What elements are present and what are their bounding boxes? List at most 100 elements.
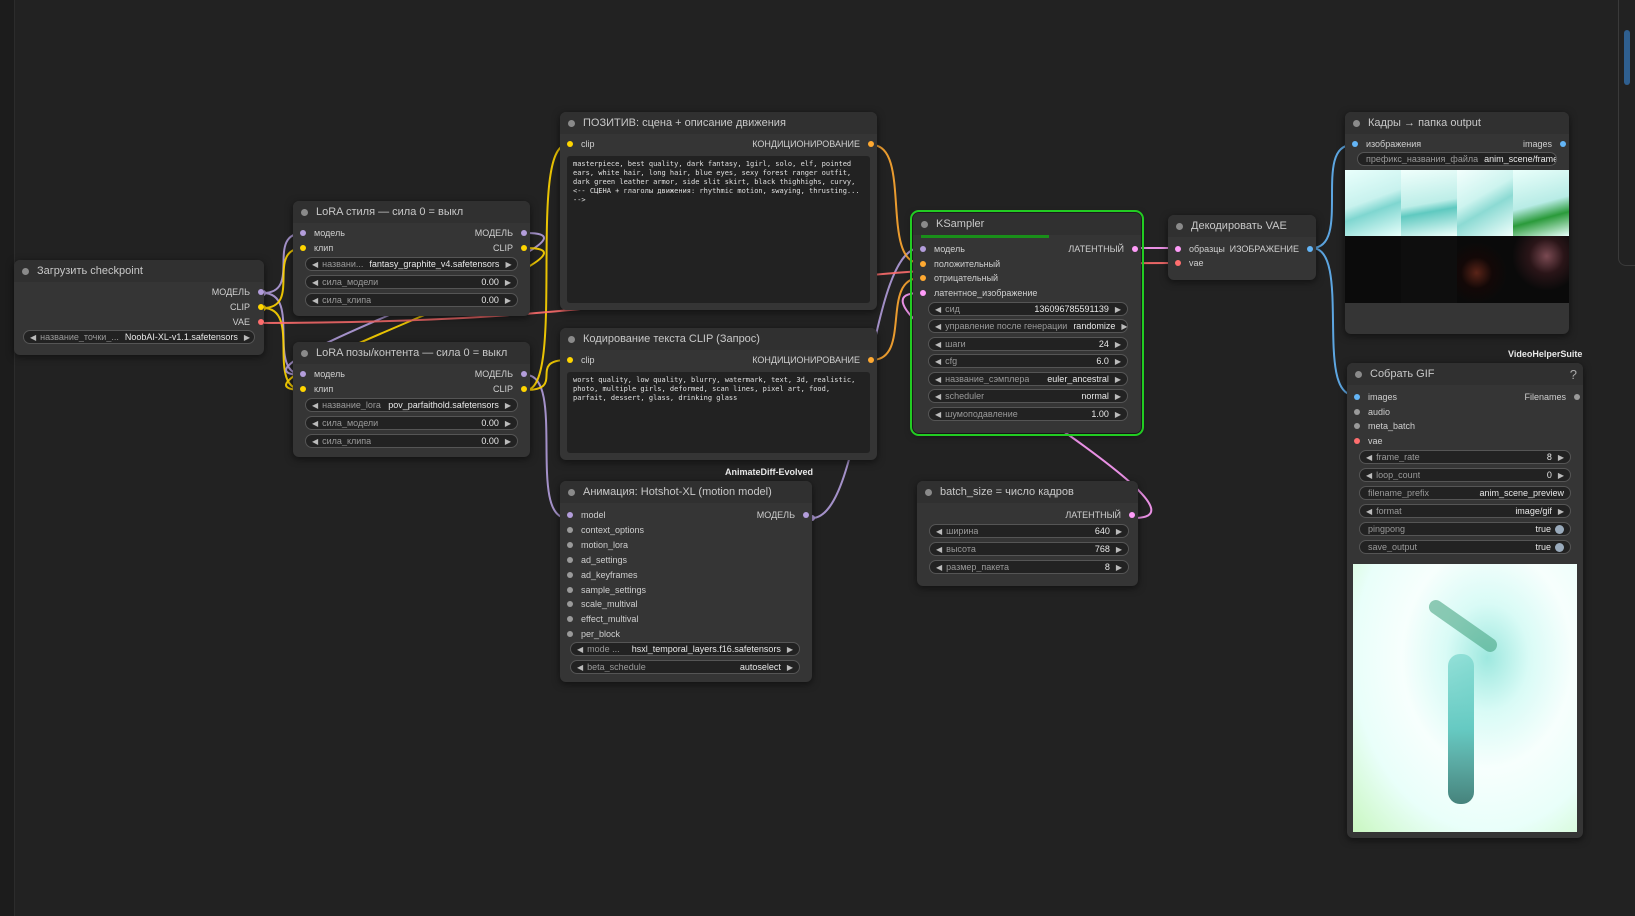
input-slot-ad-settings[interactable]: ad_settings bbox=[567, 554, 627, 566]
decrement-arrow-icon[interactable]: ◀ bbox=[577, 645, 583, 654]
increment-arrow-icon[interactable]: ▶ bbox=[1116, 527, 1122, 536]
widget-steps[interactable]: ◀ шаги 24 ▶ bbox=[928, 337, 1128, 351]
collapse-dot-icon[interactable] bbox=[1176, 222, 1183, 230]
slot-dot-icon[interactable] bbox=[258, 289, 264, 295]
widget-beta-schedule[interactable]: ◀ beta_schedule autoselect ▶ bbox=[570, 660, 800, 674]
node-title-bar[interactable]: Кадры → папка output bbox=[1345, 112, 1569, 134]
node-title-bar[interactable]: Кодирование текста CLIP (Запрос) bbox=[560, 328, 877, 350]
input-slot-images[interactable]: изображения bbox=[1352, 138, 1421, 150]
input-slot-sample-settings[interactable]: sample_settings bbox=[567, 584, 646, 596]
slot-dot-icon[interactable] bbox=[567, 587, 573, 593]
slot-dot-icon[interactable] bbox=[920, 261, 926, 267]
widget-filename-prefix[interactable]: префикс_названия_файла anim_scene/frame bbox=[1357, 152, 1557, 166]
collapse-dot-icon[interactable] bbox=[568, 335, 575, 343]
collapse-dot-icon[interactable] bbox=[568, 488, 575, 496]
input-slot-scale-multival[interactable]: scale_multival bbox=[567, 598, 638, 610]
widget-save-output-toggle[interactable]: save_output true bbox=[1359, 540, 1571, 554]
widget-width[interactable]: ◀ ширина 640 ▶ bbox=[929, 524, 1129, 538]
slot-dot-icon[interactable] bbox=[1175, 260, 1181, 266]
decrement-arrow-icon[interactable]: ◀ bbox=[1366, 471, 1372, 480]
widget-denoise[interactable]: ◀ шумоподавление 1.00 ▶ bbox=[928, 407, 1128, 421]
slot-dot-icon[interactable] bbox=[521, 386, 527, 392]
output-slot-clip[interactable]: CLIP bbox=[493, 383, 527, 395]
collapse-dot-icon[interactable] bbox=[22, 267, 29, 275]
slot-dot-icon[interactable] bbox=[1352, 141, 1358, 147]
input-slot-vae[interactable]: vae bbox=[1354, 435, 1383, 447]
input-slot-negative[interactable]: отрицательный bbox=[920, 272, 998, 284]
slot-dot-icon[interactable] bbox=[1354, 394, 1360, 400]
output-slot-conditioning[interactable]: КОНДИЦИОНИРОВАНИЕ bbox=[752, 354, 874, 366]
decrement-arrow-icon[interactable]: ◀ bbox=[935, 375, 941, 384]
input-slot-model[interactable]: model bbox=[567, 509, 606, 521]
increment-arrow-icon[interactable]: ▶ bbox=[505, 296, 511, 305]
output-slot-model[interactable]: МОДЕЛЬ bbox=[475, 227, 527, 239]
input-slot-audio[interactable]: audio bbox=[1354, 406, 1390, 418]
node-ksampler[interactable]: KSampler модель положительный отрицатель… bbox=[910, 210, 1144, 436]
decrement-arrow-icon[interactable]: ◀ bbox=[1366, 507, 1372, 516]
slot-dot-icon[interactable] bbox=[567, 616, 573, 622]
collapse-dot-icon[interactable] bbox=[301, 208, 308, 216]
widget-control-after-generate[interactable]: ◀ управление после генерации randomize ▶ bbox=[928, 319, 1128, 333]
input-slot-vae[interactable]: vae bbox=[1175, 257, 1204, 269]
slot-dot-icon[interactable] bbox=[1354, 409, 1360, 415]
slot-dot-icon[interactable] bbox=[567, 141, 573, 147]
output-slot-model[interactable]: МОДЕЛЬ bbox=[475, 368, 527, 380]
prompt-textarea[interactable]: masterpiece, best quality, dark fantasy,… bbox=[567, 156, 870, 303]
collapse-dot-icon[interactable] bbox=[301, 349, 308, 357]
increment-arrow-icon[interactable]: ▶ bbox=[1558, 471, 1564, 480]
increment-arrow-icon[interactable]: ▶ bbox=[505, 437, 511, 446]
slot-dot-icon[interactable] bbox=[567, 631, 573, 637]
slot-dot-icon[interactable] bbox=[868, 357, 874, 363]
slot-dot-icon[interactable] bbox=[567, 512, 573, 518]
slot-dot-icon[interactable] bbox=[300, 230, 306, 236]
node-title-bar[interactable]: LoRA позы/контента — сила 0 = выкл bbox=[293, 342, 530, 364]
input-slot-per-block[interactable]: per_block bbox=[567, 628, 620, 640]
input-slot-clip[interactable]: клип bbox=[300, 242, 333, 254]
widget-format[interactable]: ◀ format image/gif ▶ bbox=[1359, 504, 1571, 518]
increment-arrow-icon[interactable]: ▶ bbox=[505, 260, 511, 269]
output-slot-images[interactable]: images bbox=[1523, 138, 1566, 150]
slot-dot-icon[interactable] bbox=[803, 512, 809, 518]
slot-dot-icon[interactable] bbox=[521, 230, 527, 236]
widget-cfg[interactable]: ◀ cfg 6.0 ▶ bbox=[928, 354, 1128, 368]
input-slot-samples[interactable]: образцы bbox=[1175, 243, 1225, 255]
increment-arrow-icon[interactable]: ▶ bbox=[1115, 410, 1121, 419]
node-load-checkpoint[interactable]: Загрузить checkpoint МОДЕЛЬ CLIP VAE ◀ на… bbox=[14, 260, 264, 355]
node-title-bar[interactable]: LoRA стиля — сила 0 = выкл bbox=[293, 201, 530, 223]
output-slot-filenames[interactable]: Filenames bbox=[1524, 391, 1580, 403]
output-slot-clip[interactable]: CLIP bbox=[493, 242, 527, 254]
input-slot-clip[interactable]: clip bbox=[567, 138, 595, 150]
toggle-knob-icon[interactable] bbox=[1555, 542, 1564, 552]
widget-height[interactable]: ◀ высота 768 ▶ bbox=[929, 542, 1129, 556]
increment-arrow-icon[interactable]: ▶ bbox=[1115, 357, 1121, 366]
input-slot-effect-multival[interactable]: effect_multival bbox=[567, 613, 638, 625]
slot-dot-icon[interactable] bbox=[920, 275, 926, 281]
slot-dot-icon[interactable] bbox=[1129, 512, 1135, 518]
widget-strength-model[interactable]: ◀ сила_модели 0.00 ▶ bbox=[305, 416, 518, 430]
node-vae-decode[interactable]: Декодировать VAE образцы vae ИЗОБРАЖЕНИЕ bbox=[1168, 215, 1316, 280]
node-title-bar[interactable]: Анимация: Hotshot-XL (motion model) bbox=[560, 481, 812, 503]
slot-dot-icon[interactable] bbox=[920, 246, 926, 252]
decrement-arrow-icon[interactable]: ◀ bbox=[312, 260, 318, 269]
decrement-arrow-icon[interactable]: ◀ bbox=[935, 322, 941, 331]
node-title-bar[interactable]: Собрать GIF? bbox=[1347, 363, 1583, 385]
increment-arrow-icon[interactable]: ▶ bbox=[1116, 545, 1122, 554]
slot-dot-icon[interactable] bbox=[521, 371, 527, 377]
slot-dot-icon[interactable] bbox=[567, 542, 573, 548]
input-slot-ad-keyframes[interactable]: ad_keyframes bbox=[567, 569, 638, 581]
collapse-dot-icon[interactable] bbox=[925, 488, 932, 496]
widget-batch-size[interactable]: ◀ размер_пакета 8 ▶ bbox=[929, 560, 1129, 574]
input-slot-model[interactable]: модель bbox=[300, 227, 345, 239]
node-negative-prompt[interactable]: Кодирование текста CLIP (Запрос) clip КО… bbox=[560, 328, 877, 460]
slot-dot-icon[interactable] bbox=[1574, 394, 1580, 400]
widget-pingpong-toggle[interactable]: pingpong true bbox=[1359, 522, 1571, 536]
slot-dot-icon[interactable] bbox=[567, 357, 573, 363]
frames-preview-grid[interactable] bbox=[1345, 170, 1569, 303]
help-icon[interactable]: ? bbox=[1570, 367, 1577, 382]
decrement-arrow-icon[interactable]: ◀ bbox=[935, 340, 941, 349]
output-slot-model[interactable]: МОДЕЛЬ bbox=[212, 286, 264, 298]
output-slot-image[interactable]: ИЗОБРАЖЕНИЕ bbox=[1230, 243, 1313, 255]
output-slot-vae[interactable]: VAE bbox=[233, 316, 264, 328]
widget-strength-clip[interactable]: ◀ сила_клипа 0.00 ▶ bbox=[305, 434, 518, 448]
slot-dot-icon[interactable] bbox=[1354, 423, 1360, 429]
